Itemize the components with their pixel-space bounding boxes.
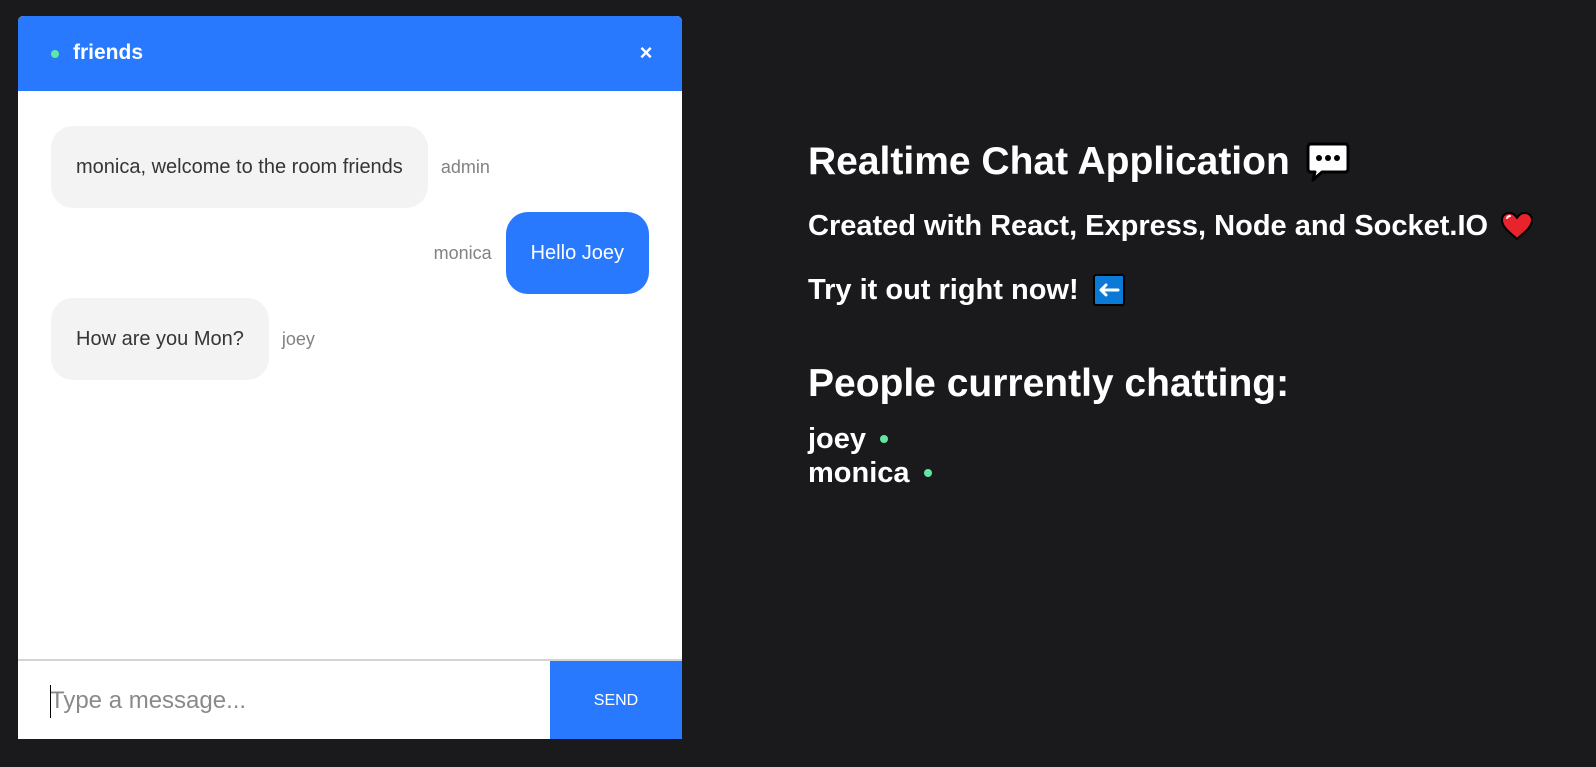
online-indicator-icon bbox=[51, 50, 59, 58]
try-it-text: Try it out right now! bbox=[808, 274, 1079, 306]
heart-icon bbox=[1500, 211, 1534, 241]
chat-header: friends × bbox=[18, 16, 682, 91]
message-list: monica, welcome to the room friends admi… bbox=[18, 91, 682, 659]
online-indicator-icon bbox=[880, 435, 889, 443]
person-item: monica bbox=[808, 456, 1534, 490]
message-row: monica Hello Joey bbox=[434, 212, 649, 294]
send-button[interactable]: SEND bbox=[550, 661, 682, 739]
person-item: joey bbox=[808, 422, 1534, 456]
person-name: monica bbox=[808, 457, 910, 489]
message-bubble: monica, welcome to the room friends bbox=[51, 126, 428, 208]
info-panel: Realtime Chat Application Created with R… bbox=[808, 138, 1534, 490]
message-sender: admin bbox=[440, 156, 490, 177]
message-bubble: How are you Mon? bbox=[51, 298, 269, 380]
message-row: monica, welcome to the room friends admi… bbox=[51, 126, 490, 208]
message-sender: joey bbox=[281, 328, 315, 349]
title-text: Realtime Chat Application bbox=[808, 140, 1290, 183]
message-composer: SEND bbox=[18, 659, 682, 739]
people-list: joey monica bbox=[808, 422, 1534, 490]
created-with-text: Created with React, Express, Node and So… bbox=[808, 210, 1489, 242]
chat-window: friends × monica, welcome to the room fr… bbox=[18, 16, 682, 739]
people-heading: People currently chatting: bbox=[808, 362, 1290, 405]
room-name: friends bbox=[73, 41, 144, 64]
try-it-line: Try it out right now! bbox=[808, 272, 1534, 308]
message-input[interactable] bbox=[18, 661, 550, 739]
page-title: Realtime Chat Application bbox=[808, 138, 1534, 186]
close-button[interactable]: × bbox=[634, 38, 658, 68]
person-name: joey bbox=[808, 423, 867, 455]
message-bubble: Hello Joey bbox=[505, 212, 649, 294]
created-with-line: Created with React, Express, Node and So… bbox=[808, 208, 1534, 244]
speech-bubble-icon bbox=[1306, 142, 1350, 182]
text-cursor bbox=[50, 685, 51, 718]
message-sender: monica bbox=[433, 242, 492, 263]
left-arrow-icon bbox=[1092, 274, 1125, 306]
message-row: How are you Mon? joey bbox=[51, 298, 315, 380]
online-indicator-icon bbox=[923, 469, 932, 477]
